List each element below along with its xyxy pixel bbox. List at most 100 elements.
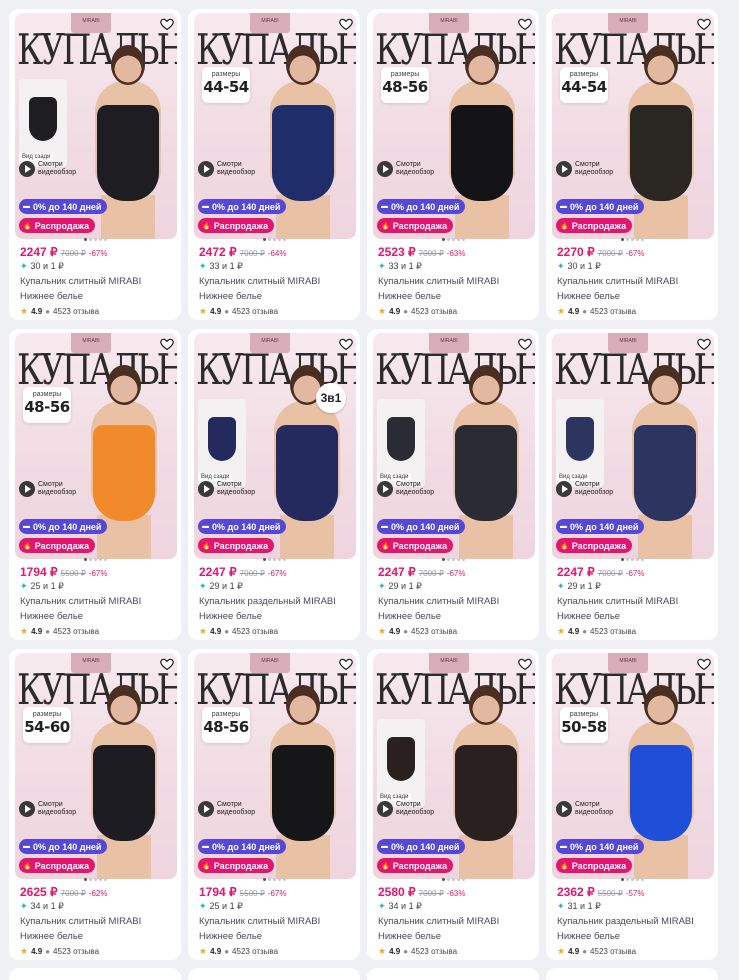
video-review-link[interactable]: Смотри видеообзор xyxy=(377,801,444,817)
video-review-link[interactable]: Смотри видеообзор xyxy=(556,801,623,817)
video-review-link[interactable]: Смотри видеообзор xyxy=(556,481,623,497)
swimsuit xyxy=(272,745,334,841)
product-photo[interactable]: MIRABI КУПАЛЬНИК Вид сзади Смотри видеоо… xyxy=(15,13,177,239)
product-card[interactable]: MIRABI КУПАЛЬНИК Вид сзади Смотри видеоо… xyxy=(367,649,539,960)
rating-row: ★ 4.9 ● 4523 отзыва xyxy=(557,946,712,957)
play-icon[interactable] xyxy=(377,161,393,177)
product-title[interactable]: Купальник слитный MIRABI xyxy=(557,596,712,607)
product-card[interactable]: MIRABI КУПАЛЬНИК размеры 48-56 Смотри ви… xyxy=(9,329,181,640)
video-review-link[interactable]: Смотри видеообзор xyxy=(377,481,444,497)
video-review-link[interactable]: Смотри видеообзор xyxy=(198,161,265,177)
rating-value: 4.9 xyxy=(568,627,580,636)
size-range: 50-58 xyxy=(561,718,607,736)
product-photo[interactable]: MIRABI КУПАЛЬНИК Вид сзади Смотри видеоо… xyxy=(552,333,714,559)
video-review-link[interactable]: Смотри видеообзор xyxy=(198,481,265,497)
product-photo[interactable]: MIRABI КУПАЛЬНИК размеры 44-54 Смотри ви… xyxy=(194,13,356,239)
product-title[interactable]: Купальник слитный MIRABI xyxy=(20,916,175,927)
product-photo[interactable]: MIRABI КУПАЛЬНИК Вид сзади 3в1 Смотри ви… xyxy=(194,333,356,559)
star-icon: ★ xyxy=(378,946,387,956)
installment-badge: ▬ 0% до 140 дней xyxy=(198,839,287,854)
video-review-link[interactable]: Смотри видеообзор xyxy=(556,161,623,177)
favorite-heart-icon[interactable] xyxy=(338,16,354,32)
product-title[interactable]: Купальник раздельный MIRABI xyxy=(199,596,354,607)
product-photo[interactable]: MIRABI КУПАЛЬНИК размеры 50-58 Смотри ви… xyxy=(552,653,714,879)
product-card[interactable]: MIRABI КУПАЛЬНИК Вид сзади Смотри видеоо… xyxy=(367,329,539,640)
product-photo[interactable]: MIRABI КУПАЛЬНИК Вид сзади Смотри видеоо… xyxy=(373,653,535,879)
product-card[interactable]: MIRABI КУПАЛЬНИК размеры 50-58 Смотри ви… xyxy=(546,649,718,960)
product-title[interactable]: Купальник слитный MIRABI xyxy=(199,916,354,927)
play-icon[interactable] xyxy=(377,801,393,817)
play-icon[interactable] xyxy=(556,481,572,497)
favorite-heart-icon[interactable] xyxy=(517,656,533,672)
size-range-badge: размеры 48-56 xyxy=(202,707,250,743)
product-info: 2580 ₽ 7000 ₽ -63% ✦ 34 и 1 ₽ Купальник … xyxy=(378,885,533,957)
product-card[interactable]: MIRABI КУПАЛЬНИК Вид сзади Смотри видеоо… xyxy=(9,9,181,320)
product-title[interactable]: Купальник слитный MIRABI xyxy=(199,276,354,287)
price-row: 1794 ₽ 5500 ₽ -67% xyxy=(199,885,354,899)
product-photo[interactable]: MIRABI КУПАЛЬНИК Вид сзади Смотри видеоо… xyxy=(373,333,535,559)
favorite-heart-icon[interactable] xyxy=(338,656,354,672)
product-photo[interactable]: MIRABI КУПАЛЬНИК размеры 44-54 Смотри ви… xyxy=(552,13,714,239)
product-category: Нижнее белье xyxy=(378,291,442,302)
favorite-heart-icon[interactable] xyxy=(159,656,175,672)
current-price: 1794 ₽ xyxy=(20,565,58,579)
video-review-link[interactable]: Смотри видеообзор xyxy=(19,161,86,177)
favorite-heart-icon[interactable] xyxy=(517,336,533,352)
next-row-card[interactable] xyxy=(546,968,718,980)
next-row-card[interactable] xyxy=(188,968,360,980)
play-icon[interactable] xyxy=(556,161,572,177)
product-card[interactable]: MIRABI КУПАЛЬНИК размеры 48-56 Смотри ви… xyxy=(188,649,360,960)
play-icon[interactable] xyxy=(198,161,214,177)
favorite-heart-icon[interactable] xyxy=(338,336,354,352)
product-photo[interactable]: MIRABI КУПАЛЬНИК размеры 48-56 Смотри ви… xyxy=(194,653,356,879)
product-title[interactable]: Купальник раздельный MIRABI xyxy=(557,916,712,927)
rating-value: 4.9 xyxy=(210,307,222,316)
product-title[interactable]: Купальник слитный MIRABI xyxy=(557,276,712,287)
product-card[interactable]: MIRABI КУПАЛЬНИК размеры 54-60 Смотри ви… xyxy=(9,649,181,960)
play-icon[interactable] xyxy=(19,481,35,497)
video-review-text: Смотри видеообзор xyxy=(38,481,77,496)
favorite-heart-icon[interactable] xyxy=(159,336,175,352)
product-photo[interactable]: MIRABI КУПАЛЬНИК размеры 54-60 Смотри ви… xyxy=(15,653,177,879)
sale-text: Распродажа xyxy=(571,540,627,551)
play-icon[interactable] xyxy=(556,801,572,817)
play-icon[interactable] xyxy=(19,801,35,817)
product-photo[interactable]: MIRABI КУПАЛЬНИК размеры 48-56 Смотри ви… xyxy=(15,333,177,559)
video-review-link[interactable]: Смотри видеообзор xyxy=(377,161,444,177)
size-caption: размеры xyxy=(211,71,241,78)
play-icon[interactable] xyxy=(198,801,214,817)
sale-text: Распродажа xyxy=(34,860,90,871)
favorite-heart-icon[interactable] xyxy=(159,16,175,32)
favorite-heart-icon[interactable] xyxy=(517,16,533,32)
photo-pager-dots xyxy=(188,238,360,241)
video-review-link[interactable]: Смотри видеообзор xyxy=(198,801,265,817)
product-card[interactable]: MIRABI КУПАЛЬНИК размеры 48-56 Смотри ви… xyxy=(367,9,539,320)
product-title[interactable]: Купальник слитный MIRABI xyxy=(378,596,533,607)
next-row-card[interactable] xyxy=(367,968,539,980)
video-review-link[interactable]: Смотри видеообзор xyxy=(19,801,86,817)
product-card[interactable]: MIRABI КУПАЛЬНИК Вид сзади Смотри видеоо… xyxy=(546,329,718,640)
favorite-heart-icon[interactable] xyxy=(696,656,712,672)
product-photo[interactable]: MIRABI КУПАЛЬНИК размеры 48-56 Смотри ви… xyxy=(373,13,535,239)
product-title[interactable]: Купальник слитный MIRABI xyxy=(20,276,175,287)
reviews-icon: ● xyxy=(224,307,230,316)
installment-text: 0% до 140 дней xyxy=(570,201,639,212)
play-icon[interactable] xyxy=(19,161,35,177)
sale-badge: 🔥 Распродажа xyxy=(19,858,96,873)
play-icon[interactable] xyxy=(198,481,214,497)
favorite-heart-icon[interactable] xyxy=(696,336,712,352)
next-row-card[interactable] xyxy=(9,968,181,980)
bonus-row: ✦ 25 и 1 ₽ xyxy=(199,901,354,912)
product-card[interactable]: MIRABI КУПАЛЬНИК Вид сзади 3в1 Смотри ви… xyxy=(188,329,360,640)
favorite-heart-icon[interactable] xyxy=(696,16,712,32)
bonus-row: ✦ 30 и 1 ₽ xyxy=(557,261,712,272)
product-title[interactable]: Купальник слитный MIRABI xyxy=(378,276,533,287)
price-row: 2472 ₽ 7000 ₽ -64% xyxy=(199,245,354,259)
video-review-link[interactable]: Смотри видеообзор xyxy=(19,481,86,497)
play-icon[interactable] xyxy=(377,481,393,497)
product-title[interactable]: Купальник слитный MIRABI xyxy=(20,596,175,607)
product-card[interactable]: MIRABI КУПАЛЬНИК размеры 44-54 Смотри ви… xyxy=(188,9,360,320)
rating-row: ★ 4.9 ● 4523 отзыва xyxy=(199,626,354,637)
product-title[interactable]: Купальник слитный MIRABI xyxy=(378,916,533,927)
product-card[interactable]: MIRABI КУПАЛЬНИК размеры 44-54 Смотри ви… xyxy=(546,9,718,320)
